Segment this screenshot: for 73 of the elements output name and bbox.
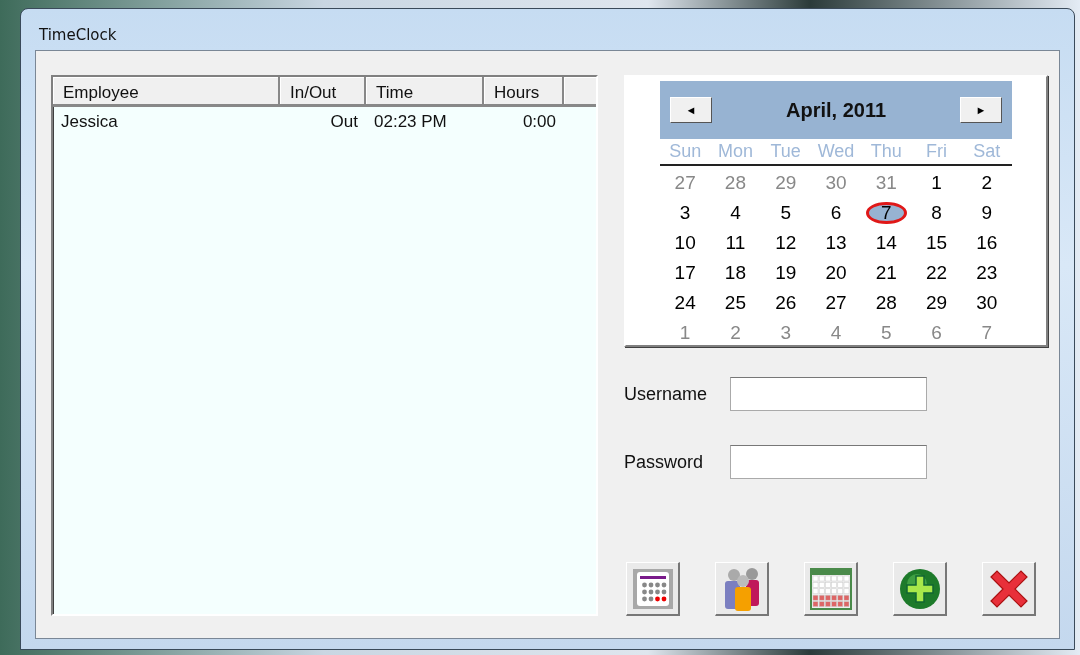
previous-month-button[interactable]: ◄ [670,97,712,123]
month-calendar-icon [808,566,853,611]
calendar-day[interactable]: 5 [772,201,799,225]
password-label: Password [624,451,705,473]
calendar-day[interactable]: 28 [716,171,754,195]
calendar-day[interactable]: 27 [666,171,704,195]
weekday-label: Fri [925,140,949,163]
table-cell-text: 0:00 [521,111,557,133]
table-cell-text: 02:23 PM [373,111,448,133]
calendar-day[interactable]: 7 [973,321,1001,345]
calendar-day[interactable]: 3 [772,321,799,345]
username-field[interactable] [730,377,927,411]
calendar-day[interactable]: 4 [822,321,850,345]
calendar-day[interactable]: 24 [666,291,704,315]
calendar-day[interactable]: 30 [968,291,1006,315]
calendar-day[interactable]: 11 [717,231,754,255]
calendar-day[interactable]: 13 [817,231,855,255]
calendar-day[interactable]: 27 [817,291,855,315]
calendar-day[interactable]: 21 [867,261,905,285]
weekday-label: Sat [972,140,1002,163]
month-title: April, 2011 [785,98,887,122]
calendar-day[interactable]: 5 [873,321,900,345]
weekday-label: Thu [869,140,903,163]
calendar-day[interactable]: 18 [716,261,754,285]
calendar-day[interactable]: 6 [923,321,950,345]
calendar-day[interactable]: 3 [671,201,699,225]
close-button[interactable] [982,562,1036,616]
calendar-day[interactable]: 2 [722,321,749,345]
weekday-label: Mon [716,140,754,163]
add-button[interactable] [893,562,947,616]
calendar-day[interactable]: 29 [767,171,805,195]
calendar-day[interactable]: 22 [918,261,956,285]
weekday-label: Sun [668,140,703,163]
calendar-day[interactable]: 10 [666,231,704,255]
calendar-day[interactable]: 29 [918,291,956,315]
plus-icon [897,566,942,611]
calendar-day[interactable]: 1 [923,171,950,195]
calendar-day[interactable]: 9 [973,201,1001,225]
calendar-day[interactable]: 4 [722,201,749,225]
calendar-day[interactable]: 6 [822,201,850,225]
table-cell-text: Jessica [60,111,119,133]
calendar-day[interactable]: 8 [923,201,950,225]
month-calendar-button[interactable] [804,562,858,616]
calendar-day[interactable]: 31 [867,171,905,195]
calendar-day[interactable]: 2 [973,171,1001,195]
table-cell-text: Out [329,111,359,133]
calendar-grid-icon [631,567,674,610]
calendar-day[interactable]: 23 [968,261,1006,285]
calendar-day[interactable]: 28 [867,291,905,315]
people-button[interactable] [715,562,769,616]
weekday-label: Tue [769,140,802,163]
calendar-day[interactable]: 14 [867,231,905,255]
weekday-label: Wed [816,140,856,163]
calendar-day[interactable]: 25 [716,291,754,315]
username-label: Username [624,383,709,405]
calendar-grid-button[interactable] [626,562,680,616]
column-header[interactable]: Employee [53,77,280,107]
calendar-day[interactable]: 12 [767,231,805,255]
column-header[interactable]: In/Out [280,77,366,107]
window-title: TimeClock [38,25,118,46]
calendar-day[interactable]: 16 [968,231,1006,255]
calendar-day[interactable]: 30 [817,171,855,195]
password-field[interactable] [730,445,927,479]
calendar-day[interactable]: 17 [666,261,704,285]
calendar-day[interactable]: 15 [918,231,956,255]
calendar-day[interactable]: 7 [866,202,907,224]
next-month-button[interactable]: ► [960,97,1002,123]
calendar-day[interactable]: 1 [671,321,699,345]
calendar-day[interactable]: 20 [817,261,855,285]
column-header[interactable]: Time [366,77,484,107]
calendar-day[interactable]: 26 [767,291,805,315]
calendar-day[interactable]: 19 [767,261,805,285]
column-header[interactable]: Hours [484,77,564,107]
